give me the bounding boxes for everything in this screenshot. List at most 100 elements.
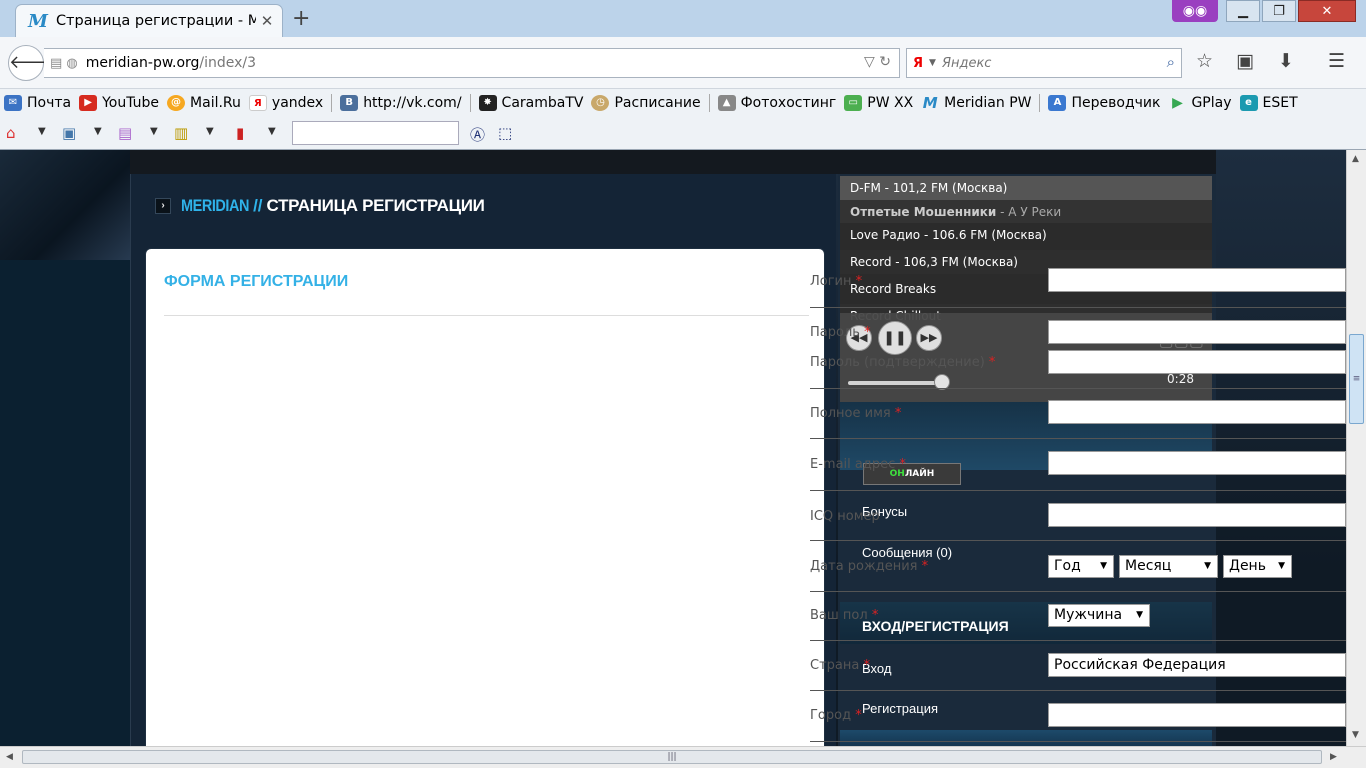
bookmark-mailru[interactable]: @ Mail.Ru bbox=[167, 95, 241, 111]
online-label-suffix: ЛАЙН bbox=[904, 469, 935, 479]
radio-now-playing[interactable]: Отпетые Мошенники - А У Реки bbox=[840, 200, 1212, 224]
birth-year-select[interactable]: Год ▼ bbox=[1048, 555, 1114, 578]
url-host: meridian-pw.org bbox=[85, 55, 200, 71]
new-tab-button[interactable]: + bbox=[292, 6, 310, 31]
bookmark-gplay[interactable]: ▶ GPlay bbox=[1168, 95, 1231, 111]
email-input[interactable] bbox=[1048, 451, 1346, 475]
download-icon[interactable]: ⬇ bbox=[1278, 50, 1294, 72]
radio-station-dfm[interactable]: D-FM - 101,2 FM (Москва) bbox=[840, 176, 1212, 200]
home-icon[interactable]: ⌂ bbox=[6, 124, 16, 142]
bookmark-pwxx[interactable]: ▭ PW XX bbox=[844, 95, 913, 111]
horizontal-scroll-thumb[interactable]: ||| bbox=[22, 750, 1322, 764]
breadcrumb-site-link[interactable]: MERIDIAN bbox=[181, 196, 249, 216]
full-name-input[interactable] bbox=[1048, 400, 1346, 424]
vertical-scrollbar[interactable]: ▲ ≡ ▼ bbox=[1346, 150, 1366, 746]
document-icon[interactable]: ▤ bbox=[118, 124, 132, 142]
vk-icon: B bbox=[340, 95, 359, 111]
icq-input[interactable] bbox=[1048, 503, 1346, 527]
login-input[interactable] bbox=[1048, 268, 1346, 292]
password-confirm-input[interactable] bbox=[1048, 350, 1346, 374]
city-input[interactable] bbox=[1048, 703, 1346, 727]
scroll-down-icon[interactable]: ▼ bbox=[1352, 730, 1359, 740]
book-icon[interactable]: ▮ bbox=[236, 124, 244, 142]
bookmark-meridian[interactable]: M Meridian PW bbox=[921, 95, 1032, 111]
close-window-button[interactable]: ✕ bbox=[1298, 0, 1356, 22]
gender-select[interactable]: Мужчина ▼ bbox=[1048, 604, 1150, 627]
horizontal-scrollbar[interactable]: ◀ ||| ▶ bbox=[0, 746, 1366, 768]
menu-icon[interactable]: ☰ bbox=[1328, 50, 1345, 72]
private-mask-icon: ◉◉ bbox=[1172, 0, 1218, 22]
identity-icon[interactable]: ▤ ◍ bbox=[50, 56, 78, 71]
bookmark-carambatv[interactable]: ✸ CarambaTV bbox=[478, 95, 583, 111]
bookmark-vk[interactable]: Bhttp://vk.com/ bbox=[340, 95, 462, 111]
minimize-button[interactable]: ▁ bbox=[1226, 0, 1260, 22]
search-input[interactable] bbox=[941, 55, 1142, 71]
chevron-down-icon: ▼ bbox=[1136, 610, 1143, 620]
tab-title: Страница регистрации - Mer... bbox=[55, 13, 256, 29]
register-link[interactable]: Регистрация bbox=[862, 701, 938, 716]
bookmark-yandex[interactable]: Яyandex bbox=[248, 95, 323, 111]
book-dropdown-icon[interactable]: ▼ bbox=[268, 126, 276, 137]
back-button[interactable]: 🡐 bbox=[8, 45, 57, 81]
country-input[interactable]: Российская Федерация bbox=[1048, 653, 1346, 677]
page-dropdown-icon[interactable]: ▼ bbox=[94, 126, 102, 137]
field-label-login: Логин * bbox=[810, 274, 863, 289]
clipboard-icon[interactable]: ▥ bbox=[174, 124, 188, 142]
registration-card: ФОРМА РЕГИСТРАЦИИ bbox=[145, 248, 825, 746]
yandex-icon: Я bbox=[248, 95, 267, 111]
sidebar-messages-link[interactable]: Сообщения (0) bbox=[862, 545, 952, 560]
scroll-right-icon[interactable]: ▶ bbox=[1330, 752, 1337, 762]
field-divider bbox=[810, 438, 1346, 439]
bookmark-youtube[interactable]: ▶ YouTube bbox=[79, 95, 159, 111]
field-divider bbox=[810, 690, 1346, 691]
bookmarks-menu-icon[interactable]: ▣ bbox=[1236, 50, 1254, 72]
seek-bar[interactable] bbox=[848, 381, 948, 385]
bookmark-eset[interactable]: e ESET bbox=[1239, 95, 1298, 111]
tab-close-icon[interactable]: ✕ bbox=[256, 12, 278, 30]
find-icon[interactable]: Ⓐ bbox=[470, 124, 485, 145]
field-label-password: Пароль * bbox=[810, 325, 871, 340]
bookmark-pochta[interactable]: ✉ Почта bbox=[4, 95, 71, 111]
caramba-icon: ✸ bbox=[478, 95, 497, 111]
radio-station-love[interactable]: Love Радио - 106.6 FM (Москва) bbox=[840, 223, 1212, 247]
tab-registration[interactable]: M Страница регистрации - Mer... ✕ bbox=[15, 4, 283, 37]
toolbar-search-input[interactable] bbox=[292, 121, 459, 145]
tab-strip: M Страница регистрации - Mer... ✕ + ◉◉ ▁… bbox=[0, 0, 1366, 37]
maximize-button[interactable]: ❐ bbox=[1262, 0, 1296, 22]
translate-icon: A bbox=[1048, 95, 1067, 111]
bookmark-translator[interactable]: A Переводчик bbox=[1048, 95, 1160, 111]
chevron-down-icon: ▼ bbox=[1204, 561, 1211, 571]
page-icon[interactable]: ▣ bbox=[62, 124, 76, 142]
field-divider bbox=[810, 388, 1346, 389]
navigation-bar: 🡐 ▤ ◍ meridian-pw.org/index/3 ▽ ↻ Я ▼ ⌕ … bbox=[0, 37, 1366, 89]
clipboard-dropdown-icon[interactable]: ▼ bbox=[206, 126, 214, 137]
password-input[interactable] bbox=[1048, 320, 1346, 344]
bookmark-schedule[interactable]: ◷ Расписание bbox=[591, 95, 701, 111]
url-dropdown-refresh-icon[interactable]: ▽ ↻ bbox=[864, 54, 891, 70]
field-label-icq: ICQ номер bbox=[810, 509, 880, 524]
search-bar[interactable]: Я ▼ ⌕ bbox=[906, 48, 1182, 78]
search-engine-dropdown-icon[interactable]: ▼ bbox=[929, 58, 936, 68]
field-divider bbox=[810, 540, 1346, 541]
bookmark-photohosting[interactable]: ▲ Фотохостинг bbox=[717, 95, 836, 111]
chevron-down-icon: ▼ bbox=[1100, 561, 1107, 571]
login-register-heading: ВХОД/РЕГИСТРАЦИЯ bbox=[862, 618, 1009, 634]
birth-month-select[interactable]: Месяц ▼ bbox=[1119, 555, 1218, 578]
scroll-up-icon[interactable]: ▲ bbox=[1352, 154, 1359, 164]
field-label-country: Страна * bbox=[810, 658, 870, 673]
url-bar[interactable]: ▤ ◍ meridian-pw.org/index/3 ▽ ↻ bbox=[44, 48, 900, 78]
search-icon[interactable]: ⌕ bbox=[1167, 53, 1175, 71]
home-dropdown-icon[interactable]: ▼ bbox=[38, 126, 46, 137]
cursor-icon[interactable]: ⬚ bbox=[498, 124, 512, 142]
birth-day-select[interactable]: День ▼ bbox=[1223, 555, 1292, 578]
top-strip bbox=[130, 150, 1216, 174]
vertical-scroll-thumb[interactable]: ≡ bbox=[1349, 334, 1364, 424]
document-dropdown-icon[interactable]: ▼ bbox=[150, 126, 158, 137]
scroll-left-icon[interactable]: ◀ bbox=[6, 752, 13, 762]
field-label-birth-date: Дата рождения * bbox=[810, 559, 929, 574]
fast-forward-button[interactable]: ▶▶ bbox=[916, 325, 942, 351]
form-title: ФОРМА РЕГИСТРАЦИИ bbox=[164, 273, 349, 290]
yandex-logo-icon[interactable]: Я bbox=[913, 56, 923, 71]
bookmark-star-icon[interactable]: ☆ bbox=[1196, 50, 1213, 72]
pause-button[interactable]: ❚❚ bbox=[878, 321, 912, 355]
